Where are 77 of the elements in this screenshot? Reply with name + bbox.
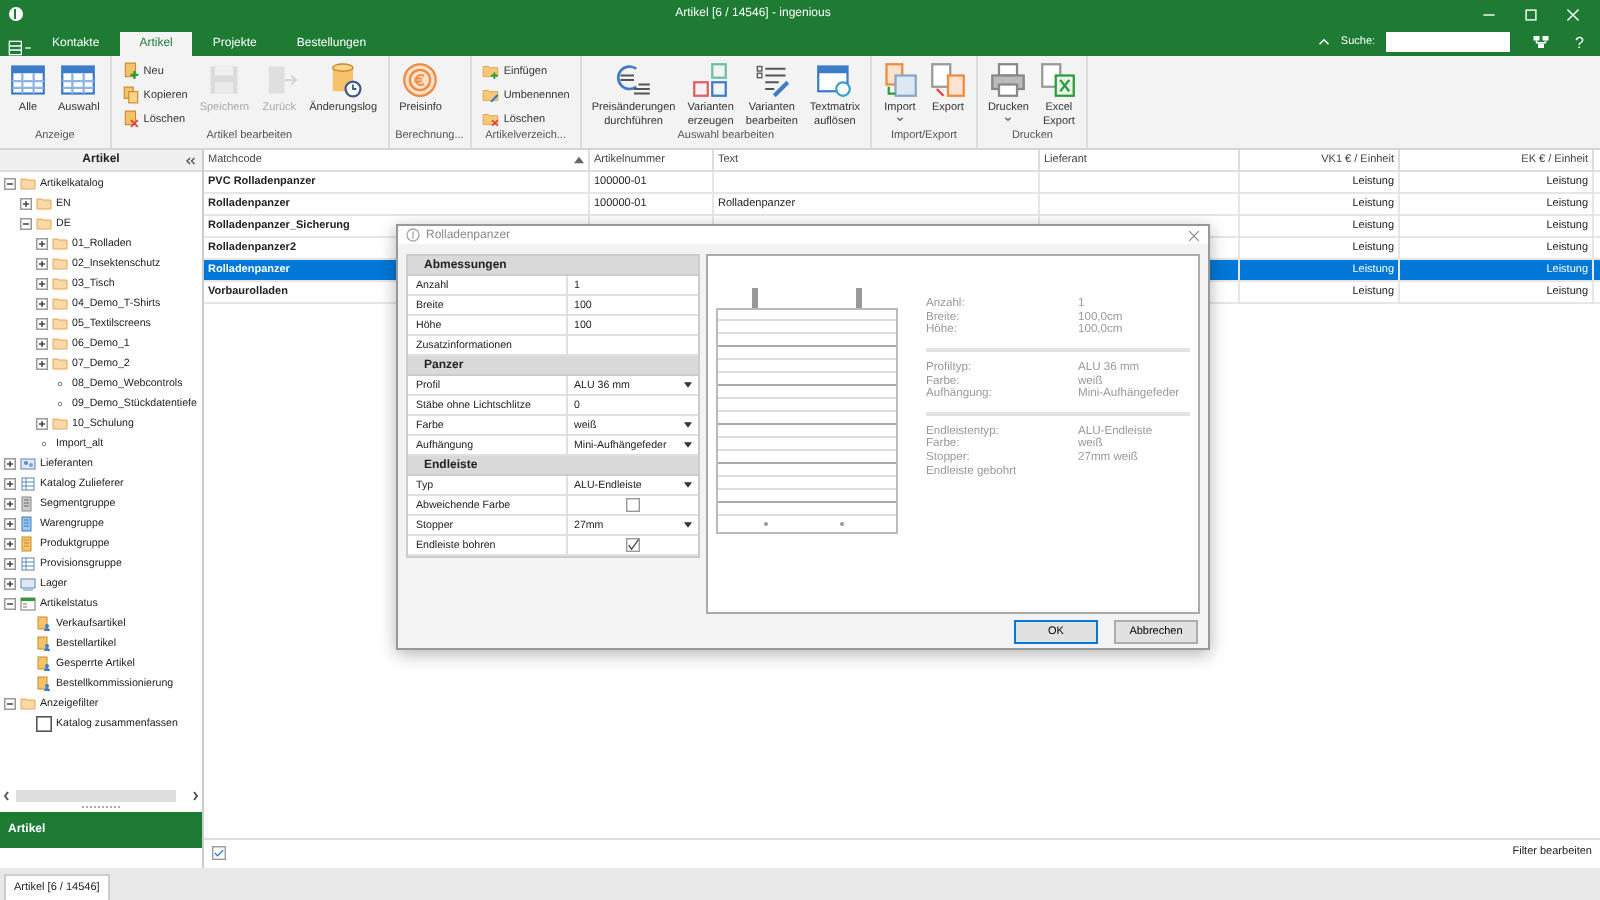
expand-icon[interactable]: [20, 198, 32, 210]
monitor-icon: [20, 576, 36, 592]
search-field[interactable]: [1385, 32, 1510, 52]
grid-icon: [20, 556, 36, 572]
caret-down-icon: [684, 422, 692, 429]
expand-icon[interactable]: [36, 298, 48, 310]
documents-arrow-icon: [929, 62, 966, 98]
spreadsheet-icon: [1040, 62, 1077, 98]
document-add-icon: [121, 62, 140, 80]
app-logo-icon: [8, 6, 24, 22]
table-icon: [60, 62, 97, 98]
document-delete-icon: [121, 110, 140, 128]
coin-icon: [402, 62, 439, 98]
expand-icon[interactable]: [36, 258, 48, 270]
table-refresh-icon: [816, 62, 853, 98]
document-person-icon: [36, 656, 52, 672]
list-pencil-icon: [753, 62, 790, 98]
documents-arrow-icon: [881, 62, 918, 98]
horizontal-scrollbar[interactable]: [4, 788, 200, 804]
dot-icon: [36, 436, 52, 452]
collapse-icon[interactable]: [4, 598, 16, 610]
expand-icon[interactable]: [4, 538, 16, 550]
printer-icon: [990, 62, 1027, 98]
double-chevron-left-icon[interactable]: [184, 156, 196, 166]
caret-down-icon: [684, 482, 692, 489]
expand-icon[interactable]: [4, 458, 16, 470]
splitter-grip[interactable]: [81, 804, 121, 810]
caret-down-icon: [684, 522, 692, 529]
caret-down-icon: [684, 442, 692, 449]
expand-icon[interactable]: [4, 498, 16, 510]
folder-icon: [52, 416, 68, 432]
checkbox[interactable]: [626, 538, 640, 553]
check-icon[interactable]: [212, 845, 226, 859]
window-icon: [20, 596, 36, 612]
squares-icon: [692, 62, 729, 98]
folder-edit-icon: [481, 86, 500, 104]
network-icon[interactable]: [1531, 34, 1550, 50]
expand-icon[interactable]: [4, 558, 16, 570]
expand-icon[interactable]: [4, 518, 16, 530]
info-icon: [406, 228, 420, 243]
folder-icon: [20, 696, 36, 712]
checkbox[interactable]: [626, 498, 640, 513]
sort-up-icon: [574, 156, 584, 164]
documents-icon: [121, 86, 140, 104]
collapse-icon[interactable]: [4, 698, 16, 710]
table-icon: [10, 62, 46, 98]
expand-icon[interactable]: [36, 318, 48, 330]
people-icon: [20, 456, 36, 472]
expand-icon[interactable]: [36, 358, 48, 370]
currency-list-icon: [615, 62, 652, 98]
list-icon: [20, 516, 36, 532]
menu-icon[interactable]: [8, 40, 32, 56]
collapse-icon[interactable]: [20, 218, 32, 230]
list-icon: [20, 496, 36, 512]
expand-icon[interactable]: [36, 418, 48, 430]
folder-add-icon: [481, 62, 500, 80]
checkbox[interactable]: [36, 716, 52, 732]
expand-icon[interactable]: [4, 478, 16, 490]
list-icon: [20, 536, 36, 552]
chevron-up-icon[interactable]: [1318, 38, 1331, 46]
caret-down-icon: [684, 382, 692, 389]
close-icon[interactable]: [1188, 229, 1200, 242]
expand-icon[interactable]: [36, 238, 48, 250]
expand-icon[interactable]: [36, 338, 48, 350]
help-button[interactable]: ?: [1575, 33, 1584, 51]
grid-icon: [20, 476, 36, 492]
dot-icon: [52, 376, 68, 392]
expand-icon[interactable]: [36, 278, 48, 290]
folder-delete-icon: [481, 110, 500, 128]
collapse-icon[interactable]: [4, 178, 16, 190]
floppy-icon: [206, 62, 243, 98]
dot-icon: [52, 396, 68, 412]
maximize-icon[interactable]: [1524, 7, 1538, 21]
document-person-icon: [36, 636, 52, 652]
document-person-icon: [36, 676, 52, 692]
document-person-icon: [36, 616, 52, 632]
expand-icon[interactable]: [4, 578, 16, 590]
